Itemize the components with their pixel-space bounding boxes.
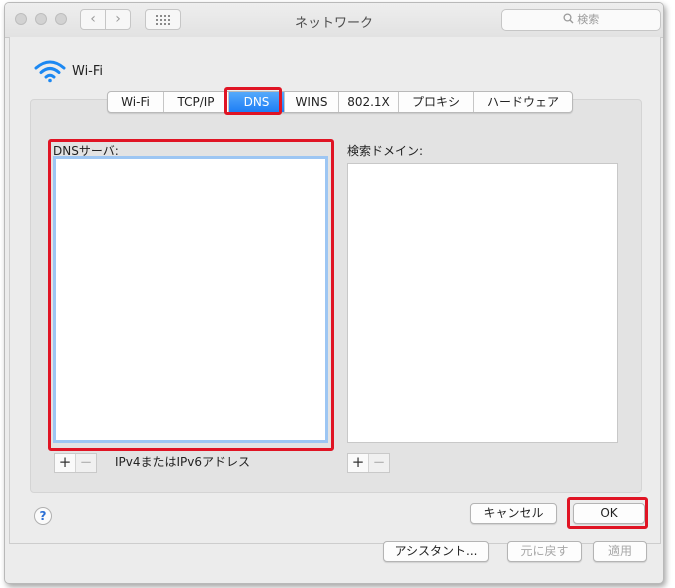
tab-hardware[interactable]: ハードウェア: [474, 92, 572, 112]
remove-search-domain-button[interactable]: −: [368, 454, 389, 472]
search-field[interactable]: 検索: [501, 9, 661, 31]
tab-tcpip[interactable]: TCP/IP: [164, 92, 229, 112]
tab-8021x[interactable]: 802.1X: [339, 92, 399, 112]
cancel-button[interactable]: キャンセル: [470, 503, 557, 524]
search-domains-label: 検索ドメイン:: [347, 144, 424, 158]
add-search-domain-button[interactable]: +: [348, 454, 368, 472]
wifi-icon: [34, 60, 66, 83]
tab-wifi[interactable]: Wi-Fi: [108, 92, 164, 112]
search-domains-list[interactable]: [347, 163, 618, 443]
revert-button[interactable]: 元に戻す: [507, 541, 582, 562]
search-icon: [563, 13, 574, 24]
tab-bar: Wi-Fi TCP/IP DNS WINS 802.1X プロキシ ハードウェア: [107, 91, 573, 113]
help-button[interactable]: ?: [34, 507, 52, 525]
remove-dns-server-button[interactable]: −: [75, 454, 96, 472]
title-bar: ‹ › ネットワーク 検索: [5, 3, 663, 38]
network-window: ‹ › ネットワーク 検索 Wi-Fi DNSサーバ: 検索ドメイン: + − …: [4, 2, 664, 584]
search-domains-add-remove: + −: [347, 453, 390, 473]
assistant-button[interactable]: アシスタント...: [383, 541, 489, 562]
interface-name: Wi-Fi: [72, 64, 104, 79]
tab-wins[interactable]: WINS: [285, 92, 339, 112]
ok-button[interactable]: OK: [573, 503, 645, 524]
dns-server-hint: IPv4またはIPv6アドレス: [115, 455, 251, 469]
advanced-settings-sheet: Wi-Fi DNSサーバ: 検索ドメイン: + − + − IPv4またはIPv…: [9, 37, 661, 544]
tab-dns[interactable]: DNS: [229, 92, 285, 112]
dns-servers-list[interactable]: [53, 156, 328, 443]
dns-servers-add-remove: + −: [54, 453, 97, 473]
add-dns-server-button[interactable]: +: [55, 454, 75, 472]
search-placeholder: 検索: [577, 13, 600, 26]
apply-button[interactable]: 適用: [593, 541, 647, 562]
tab-proxies[interactable]: プロキシ: [399, 92, 474, 112]
dns-tab-panel: DNSサーバ: 検索ドメイン: + − + −: [30, 99, 642, 493]
